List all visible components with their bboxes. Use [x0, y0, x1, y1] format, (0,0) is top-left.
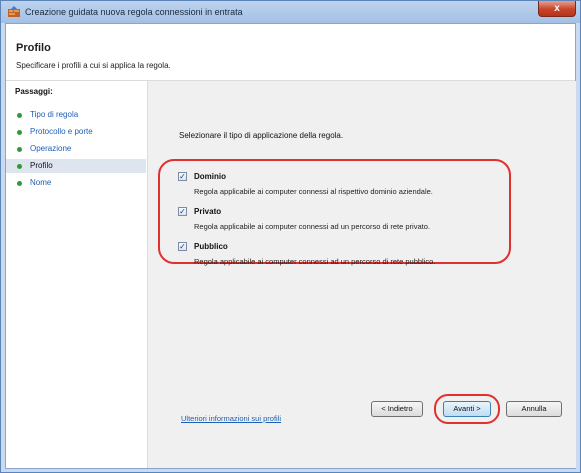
- step-bullet-icon: [17, 113, 22, 118]
- wizard-header: Profilo Specificare i profili a cui si a…: [6, 24, 575, 81]
- step-bullet-icon: [17, 164, 22, 169]
- sidebar-item-label: Profilo: [30, 161, 53, 170]
- sidebar-item-profilo[interactable]: Profilo: [6, 159, 146, 173]
- steps-title: Passaggi:: [15, 87, 53, 96]
- sidebar-item-label: Protocollo e porte: [30, 127, 93, 136]
- sidebar-item-protocollo-e-porte[interactable]: Protocollo e porte: [6, 125, 146, 139]
- window-title: Creazione guidata nuova regola connessio…: [25, 7, 243, 17]
- dominio-description: Regola applicabile ai computer connessi …: [194, 187, 433, 196]
- firewall-icon: [8, 6, 20, 17]
- sidebar-item-operazione[interactable]: Operazione: [6, 142, 146, 156]
- step-bullet-icon: [17, 130, 22, 135]
- sidebar-item-nome[interactable]: Nome: [6, 176, 146, 190]
- close-button[interactable]: x: [538, 1, 576, 17]
- dominio-label: Dominio: [194, 172, 226, 181]
- page-subtitle: Specificare i profili a cui si applica l…: [16, 61, 171, 70]
- wizard-client: Profilo Specificare i profili a cui si a…: [5, 23, 576, 469]
- page-title: Profilo: [16, 42, 51, 54]
- pubblico-description: Regola applicabile ai computer connessi …: [194, 257, 436, 266]
- dominio-checkbox[interactable]: ✓: [178, 172, 187, 181]
- title-bar[interactable]: Creazione guidata nuova regola connessio…: [1, 1, 580, 23]
- wizard-window: Creazione guidata nuova regola connessio…: [0, 0, 581, 473]
- steps-sidebar: Passaggi: Tipo di regola Protocollo e po…: [6, 81, 146, 468]
- close-icon: x: [554, 3, 560, 14]
- main-panel: Selezionare il tipo di applicazione dell…: [147, 81, 576, 468]
- more-info-link[interactable]: Ulteriori informazioni sui profili: [181, 414, 281, 423]
- instruction-text: Selezionare il tipo di applicazione dell…: [179, 131, 344, 140]
- privato-description: Regola applicabile ai computer connessi …: [194, 222, 430, 231]
- back-button[interactable]: < Indietro: [371, 401, 423, 417]
- privato-label: Privato: [194, 207, 222, 216]
- privato-checkbox[interactable]: ✓: [178, 207, 187, 216]
- pubblico-checkbox[interactable]: ✓: [178, 242, 187, 251]
- step-bullet-icon: [17, 147, 22, 152]
- sidebar-item-label: Operazione: [30, 144, 72, 153]
- next-button[interactable]: Avanti >: [443, 401, 491, 417]
- sidebar-item-label: Nome: [30, 178, 52, 187]
- sidebar-item-tipo-di-regola[interactable]: Tipo di regola: [6, 108, 146, 122]
- pubblico-label: Pubblico: [194, 242, 228, 251]
- cancel-button[interactable]: Annulla: [506, 401, 562, 417]
- sidebar-item-label: Tipo di regola: [30, 110, 79, 119]
- step-bullet-icon: [17, 181, 22, 186]
